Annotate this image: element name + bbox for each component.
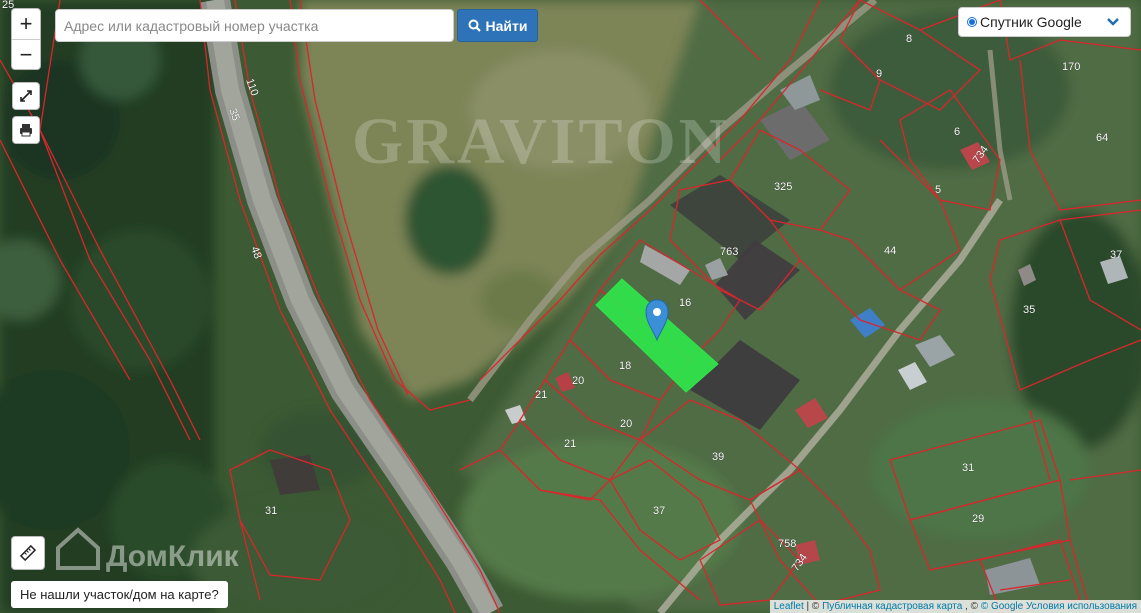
- radio-icon: [967, 17, 977, 27]
- search-button-label: Найти: [485, 17, 528, 34]
- parcel-label: 44: [884, 245, 896, 257]
- chevron-down-icon: [1107, 18, 1119, 26]
- parcel-label: 16: [679, 297, 691, 309]
- parcel-label: 9: [876, 68, 882, 80]
- parcel-label: 21: [535, 389, 547, 401]
- zoom-out-button[interactable]: −: [12, 39, 40, 70]
- map-layer-select[interactable]: Спутник Google: [958, 7, 1131, 37]
- terms-link[interactable]: Условия использования: [1026, 601, 1137, 612]
- printer-icon: [20, 124, 32, 137]
- svg-text:ДомКлик: ДомКлик: [106, 540, 240, 573]
- cadastral-map-link[interactable]: Публичная кадастровая карта: [822, 601, 962, 612]
- map-layer-label: Спутник Google: [980, 14, 1082, 30]
- attribution-separator: , ©: [962, 601, 981, 612]
- not-found-parcel-link[interactable]: Не нашли участок/дом на карте?: [11, 581, 228, 608]
- measure-button[interactable]: [11, 536, 45, 570]
- parcel-label: 18: [619, 360, 631, 372]
- ruler-icon: [19, 544, 37, 562]
- parcel-label: 37: [653, 505, 665, 517]
- attribution-separator: | ©: [803, 601, 823, 612]
- print-button[interactable]: [12, 116, 40, 144]
- parcel-label: 21: [564, 438, 576, 450]
- expand-icon: [20, 90, 32, 102]
- search-input[interactable]: [55, 9, 454, 42]
- satellite-map[interactable]: GRAVITON ДомКлик 25110354889170646734532…: [0, 0, 1141, 613]
- parcel-label: 8: [906, 33, 912, 45]
- parcel-label: 20: [620, 418, 632, 430]
- google-link[interactable]: © Google: [981, 601, 1023, 612]
- parcel-label: 31: [962, 462, 974, 474]
- parcel-label: 37: [1110, 249, 1122, 261]
- parcel-label: 64: [1096, 132, 1108, 144]
- parcel-label: 20: [572, 375, 584, 387]
- zoom-control: + −: [11, 8, 41, 70]
- parcel-label: 29: [972, 513, 984, 525]
- search-button[interactable]: Найти: [457, 9, 538, 42]
- parcel-label: 170: [1062, 61, 1080, 73]
- parcel-label: 35: [1023, 304, 1035, 316]
- graviton-watermark: GRAVITON: [352, 105, 729, 178]
- parcel-label: 39: [712, 451, 724, 463]
- parcel-label: 763: [720, 246, 738, 258]
- parcel-label: 6: [954, 126, 960, 138]
- leaflet-link[interactable]: Leaflet: [774, 601, 804, 612]
- search-icon: [468, 19, 481, 32]
- parcel-label: 31: [265, 505, 277, 517]
- zoom-in-button[interactable]: +: [12, 9, 40, 39]
- map-attribution: Leaflet | © Публичная кадастровая карта …: [769, 600, 1141, 613]
- fullscreen-button[interactable]: [12, 82, 40, 110]
- parcel-label: 325: [774, 181, 792, 193]
- parcel-label: 5: [935, 184, 941, 196]
- parcel-label: 758: [778, 538, 796, 550]
